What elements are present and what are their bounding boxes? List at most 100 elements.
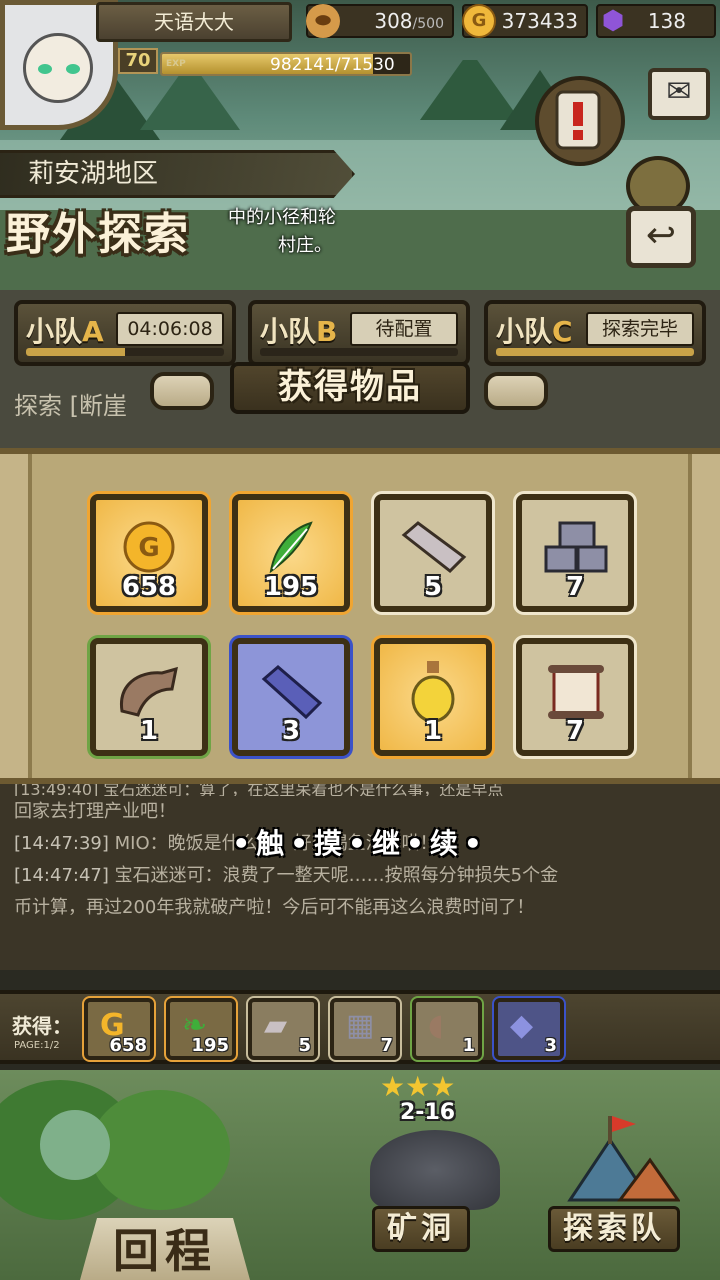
player-level: 70 (118, 48, 158, 74)
reward-panel[interactable]: G 658 195 5 7 1 3 1 7 (0, 448, 720, 784)
green-feather-icon (269, 521, 313, 573)
mine-button[interactable]: 矿洞 (372, 1206, 470, 1252)
purple-crystal-icon: ◆ (510, 1008, 534, 1043)
player-name[interactable]: 天语大大 (96, 2, 292, 42)
reward-slot-stone-slab[interactable]: 5 (374, 494, 492, 612)
explore-status-text: 探索 [断崖 (14, 392, 127, 420)
exp-bar: EXP 982141/71530 (160, 52, 412, 76)
modal-title: 获得物品 (230, 362, 470, 414)
event-log: [13:49:40] 宝石迷迷可：算了，在这里呆着也不是什么事，还是早点 回家去… (0, 784, 720, 970)
gold-coin-icon: G (123, 521, 175, 573)
squad-progress (260, 348, 458, 356)
horn-icon (120, 666, 178, 717)
gold-counter[interactable]: G 373433 (462, 4, 588, 38)
reward-count: 5 (423, 572, 443, 602)
loot-item[interactable]: ◖ 1 (412, 998, 482, 1060)
region-description: 中的小径和轮 村庄。 (228, 204, 336, 260)
log-line: 币计算，再过200年我就破产啦！今后可不能再这么浪费时间了！ (14, 897, 535, 918)
touch-to-continue-hint[interactable]: •触•摸•继•续• (0, 822, 720, 862)
squad-letter: C (552, 315, 573, 348)
game-screen: 天语大大 70 EXP 982141/71530 ⬬ 308/500 G 373… (0, 0, 720, 1280)
purple-gem-icon: ⬢ (601, 6, 625, 36)
avatar-face (23, 33, 93, 103)
squad-b-button[interactable]: 小队B 待配置 (248, 300, 470, 366)
loot-count: 658 (109, 1035, 147, 1056)
loot-count: 1 (462, 1035, 475, 1056)
squad-a-button[interactable]: 小队A 04:06:08 (14, 300, 236, 366)
squad-status: 04:06:08 (116, 312, 224, 346)
region-description-line: 中的小径和轮 (228, 207, 336, 228)
reward-slot-scroll[interactable]: 7 (516, 638, 634, 756)
reward-count: 7 (565, 572, 585, 602)
exp-value: 982141/71530 (270, 55, 395, 75)
stamina-max: /500 (412, 16, 444, 32)
region-description-line: 村庄。 (278, 235, 332, 256)
reward-slot-feather[interactable]: 195 (232, 494, 350, 612)
stone-blocks-icon: ▦ (346, 1008, 375, 1043)
stage-number: 2-16 (400, 1100, 456, 1125)
squad-label: 小队 (26, 315, 83, 348)
return-arrow-icon[interactable]: ↩ (626, 206, 696, 268)
log-line: 宝石迷迷可：浪费了一整天呢……按照每分钟损失5个金 (114, 865, 559, 886)
mine-illustration[interactable] (370, 1130, 500, 1210)
stone-slab-icon (401, 520, 467, 573)
loot-item[interactable]: G 658 (84, 998, 154, 1060)
squad-progress (496, 348, 694, 356)
modal-title-ornament (150, 372, 214, 410)
reward-slot-potion[interactable]: 1 (374, 638, 492, 756)
modal-title-ornament (484, 372, 548, 410)
reward-slot-crystal[interactable]: 3 (232, 638, 350, 756)
squad-c-button[interactable]: 小队C 探索完毕 (484, 300, 706, 366)
loot-page: PAGE:1/2 (14, 1040, 60, 1051)
tent-icon (567, 1116, 681, 1202)
loot-bar: 获得： PAGE:1/2 G 658 ❧ 195 ▰ 5 ▦ 7 ◖ 1 ◆ 3 (0, 990, 720, 1064)
squad-status: 待配置 (350, 312, 458, 346)
loot-item[interactable]: ❧ 195 (166, 998, 236, 1060)
gem-counter[interactable]: ⬢ 138 (596, 4, 716, 38)
reward-slot-stone-blocks[interactable]: 7 (516, 494, 634, 612)
quest-scroll-button[interactable] (535, 76, 625, 166)
gold-value: 373433 (501, 9, 578, 33)
region-name: 莉安湖地区 (0, 150, 355, 198)
squad-label: 小队 (260, 315, 317, 348)
reward-count: 658 (121, 572, 177, 602)
stage-stars: ★★★ (380, 1070, 456, 1103)
log-timestamp: [14:47:47] (14, 865, 109, 886)
stamina-counter[interactable]: ⬬ 308/500 (306, 4, 454, 38)
tree (90, 1090, 230, 1210)
exploration-team-button[interactable]: 探索队 (548, 1206, 680, 1252)
squad-letter: A (82, 315, 104, 348)
loot-item[interactable]: ◆ 3 (494, 998, 564, 1060)
stone-blocks-icon (544, 521, 608, 573)
avatar-eye (66, 64, 80, 74)
gold-coin-icon: G (462, 4, 496, 38)
avatar-eye (38, 64, 52, 74)
return-button[interactable]: 回程 (80, 1218, 250, 1280)
reward-count: 195 (263, 572, 319, 602)
yellow-potion-icon (411, 660, 455, 723)
reward-count: 1 (139, 716, 159, 746)
reward-count: 1 (423, 716, 443, 746)
loot-count: 195 (191, 1035, 229, 1056)
loot-label: 获得： (12, 1014, 72, 1038)
mail-icon[interactable]: ✉ (648, 68, 710, 120)
reward-slot-gold-coin[interactable]: G 658 (90, 494, 208, 612)
reward-slot-horn[interactable]: 1 (90, 638, 208, 756)
stamina-value: 308 (374, 9, 413, 33)
purple-crystal-icon (261, 664, 323, 719)
reward-count: 7 (565, 716, 585, 746)
squad-progress (26, 348, 224, 356)
camp-illustration[interactable] (550, 1110, 681, 1210)
gem-value: 138 (647, 9, 686, 33)
page-title: 野外探索 (6, 209, 190, 260)
spiral-portal (40, 1110, 110, 1180)
squad-label: 小队 (496, 315, 553, 348)
loot-item[interactable]: ▰ 5 (248, 998, 318, 1060)
scroll-quest-icon (555, 90, 601, 150)
svg-text:G: G (138, 533, 159, 563)
horn-icon: ◖ (428, 1008, 444, 1043)
loot-item[interactable]: ▦ 7 (330, 998, 400, 1060)
log-line: [13:49:40] 宝石迷迷可：算了，在这里呆着也不是什么事，还是早点 (14, 784, 504, 796)
squad-status: 探索完毕 (586, 312, 694, 346)
stone-slab-icon: ▰ (264, 1008, 288, 1043)
